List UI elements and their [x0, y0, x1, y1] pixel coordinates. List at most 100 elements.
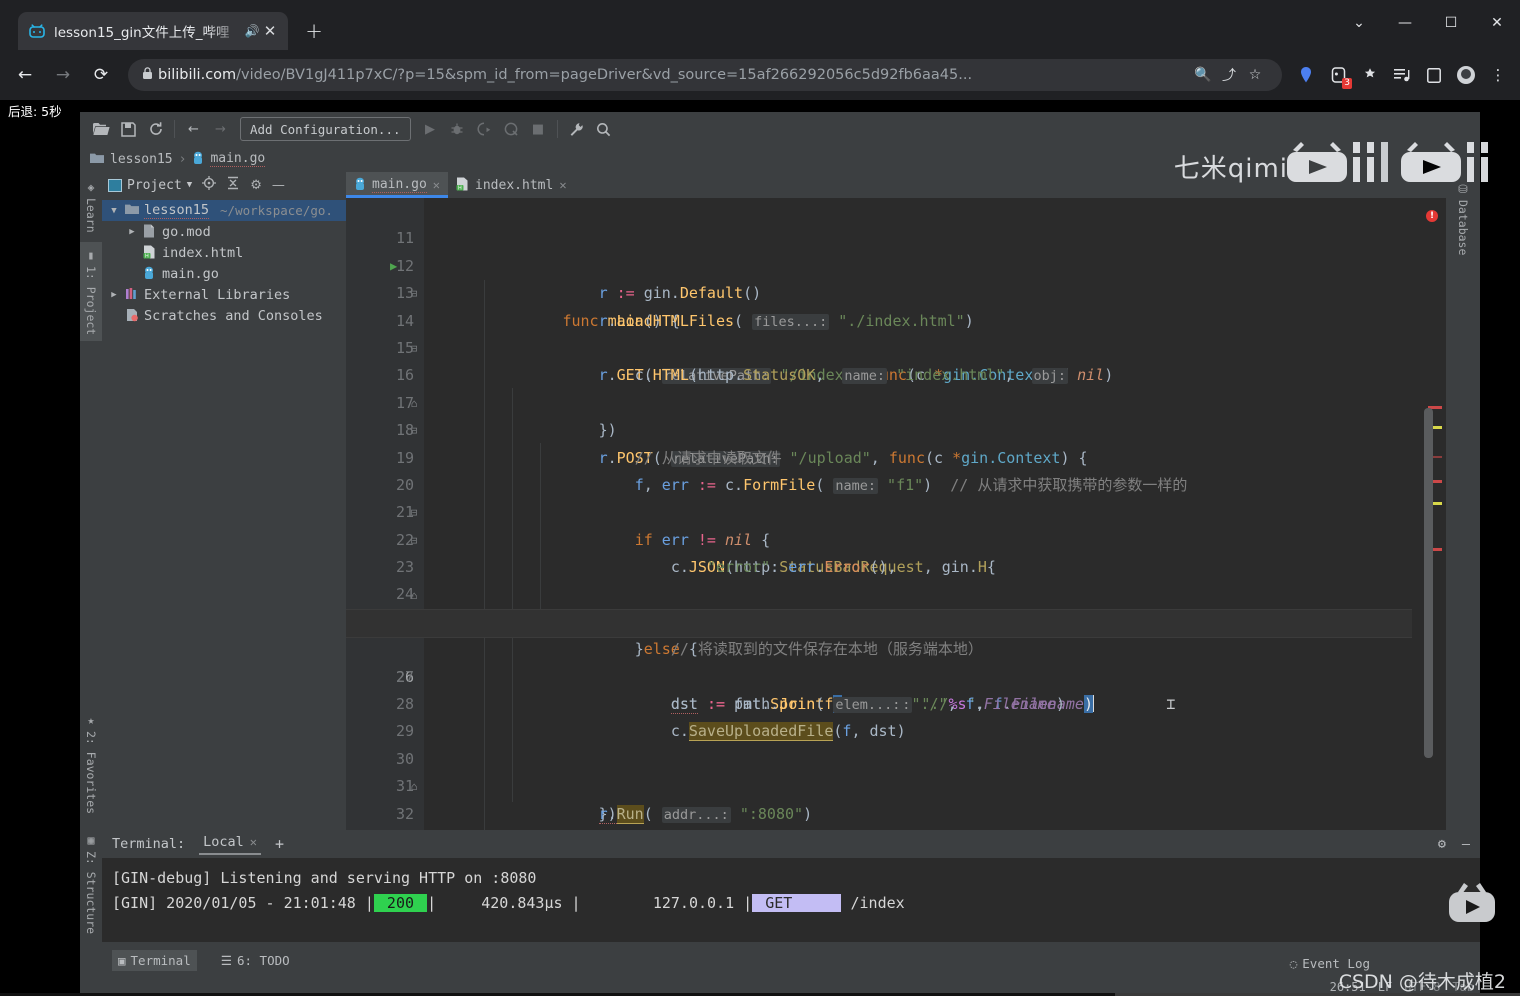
svg-text:H: H — [145, 253, 149, 259]
terminal-line: [GIN-debug] Listening and serving HTTP o… — [112, 869, 537, 887]
tree-item-index-html[interactable]: H index.html — [102, 242, 346, 263]
browser-tab[interactable]: lesson15_gin文件上传_哔哩 🔊 ✕ — [18, 12, 288, 50]
open-folder-icon[interactable] — [88, 116, 115, 142]
tab-main-go[interactable]: main.go ✕ — [346, 172, 449, 198]
line-number: 16 — [395, 366, 414, 385]
run-configuration-selector[interactable]: Add Configuration... — [240, 117, 411, 141]
pin-icon[interactable] — [1290, 59, 1322, 91]
back-arrow-icon[interactable]: ← — [180, 116, 207, 142]
footer-tab-todo[interactable]: ☰ 6: TODO — [215, 950, 296, 971]
structure-icon: ▦ — [84, 833, 98, 847]
libraries-icon — [125, 287, 139, 302]
maximize-icon[interactable]: ☐ — [1428, 0, 1474, 46]
tree-item-label: External Libraries — [144, 286, 291, 303]
back-button[interactable]: ← — [6, 56, 44, 94]
folder-icon — [125, 203, 139, 218]
save-icon[interactable] — [115, 116, 142, 142]
error-count-badge: ! — [1426, 210, 1438, 222]
error-stripe[interactable]: ! — [1412, 198, 1446, 940]
reading-list-icon[interactable] — [1386, 59, 1418, 91]
chevron-down-icon[interactable]: ▼ — [187, 180, 192, 190]
new-tab-button[interactable]: + — [300, 18, 328, 46]
forward-button[interactable]: → — [44, 56, 82, 94]
sidebar-item-project[interactable]: ▮ 1: Project — [80, 242, 102, 342]
terminal-tab-local[interactable]: Local ✕ — [199, 834, 261, 855]
chevron-down-icon[interactable]: ⌄ — [1336, 0, 1382, 46]
sidebar-item-favorites[interactable]: ★ 2: Favorites — [80, 707, 102, 820]
tree-item-scratches[interactable]: Scratches and Consoles — [102, 305, 346, 326]
close-icon[interactable]: ✕ — [250, 835, 257, 849]
search-icon[interactable]: 🔍 — [1190, 67, 1216, 83]
settings-gear-icon[interactable]: ⚙ — [250, 178, 262, 193]
tree-item-lesson15[interactable]: ▼ lesson15 ~/workspace/go. — [102, 200, 346, 221]
star-icon[interactable]: ☆ — [1242, 67, 1268, 83]
screen: lesson15_gin文件上传_哔哩 🔊 ✕ + ⌄ — ☐ ✕ ← → ⟳ … — [0, 0, 1520, 996]
sidebar-item-learn[interactable]: ◈ Learn — [80, 174, 102, 239]
tree-item-external-libraries[interactable]: ▶ External Libraries — [102, 284, 346, 305]
close-window-icon[interactable]: ✕ — [1474, 0, 1520, 46]
code-line: 21 ⊟ c.JSON(http.StatusBadRequest, gin.H… — [396, 472, 1446, 576]
close-icon[interactable]: ✕ — [559, 178, 566, 192]
add-terminal-button[interactable]: + — [275, 835, 284, 853]
close-icon[interactable]: ✕ — [433, 178, 440, 192]
close-icon[interactable]: ✕ — [260, 23, 280, 39]
bilibili-play-logo[interactable] — [1444, 880, 1500, 934]
wrench-icon[interactable] — [563, 116, 590, 142]
settings-gear-icon[interactable]: ⚙ — [1438, 836, 1446, 852]
terminal-output[interactable]: [GIN-debug] Listening and serving HTTP o… — [102, 858, 1480, 942]
extension-badge-icon[interactable]: 3 — [1322, 59, 1354, 91]
tab-index-html[interactable]: H index.html ✕ — [448, 172, 575, 198]
minimize-icon[interactable]: — — [1462, 836, 1470, 852]
footer-tab-label: Terminal — [130, 952, 191, 968]
code-line: 20 ⊟ if err != nil { — [396, 445, 1446, 549]
stop-icon[interactable]: ■ — [525, 116, 552, 142]
tree-item-main-go[interactable]: main.go — [102, 263, 346, 284]
editor-scrollbar-thumb[interactable] — [1424, 408, 1433, 758]
breadcrumb-file[interactable]: main.go — [210, 151, 266, 167]
toolbar-divider — [174, 120, 175, 138]
search-everywhere-icon[interactable] — [590, 116, 617, 142]
run-icon[interactable]: ▶ — [417, 116, 444, 142]
project-panel-title[interactable]: Project ▼ — [108, 178, 192, 193]
menu-icon[interactable]: ⋮ — [1482, 59, 1514, 91]
profile-avatar[interactable] — [1450, 59, 1482, 91]
puzzle-icon[interactable] — [1354, 59, 1386, 91]
terminal-text: | 420.843µs | 127.0.0.1 | — [427, 894, 753, 912]
bilibili-icon — [28, 22, 46, 40]
collapse-all-icon[interactable] — [226, 176, 240, 194]
side-panel-icon[interactable] — [1418, 59, 1450, 91]
footer-tab-terminal[interactable]: ▣ Terminal — [112, 949, 197, 971]
tree-item-go-mod[interactable]: ▶ go.mod — [102, 221, 346, 242]
locate-icon[interactable] — [202, 176, 217, 194]
line-number: 14 — [395, 311, 414, 330]
url-host: bilibili.com — [158, 67, 237, 83]
address-bar[interactable]: bilibili.com/video/BV1gJ411p7xC/?p=15&sp… — [128, 59, 1282, 91]
sidebar-item-label: Database — [1456, 200, 1470, 256]
code-area[interactable]: 11 ▶ ⊟ func main() { 12 r := gin.Default… — [346, 198, 1446, 940]
forward-arrow-icon[interactable]: → — [207, 116, 234, 142]
html-file-icon: H — [143, 245, 157, 260]
terminal-header: Terminal: Local ✕ + ⚙ — — [102, 830, 1480, 858]
chevron-right-icon[interactable]: ▶ — [108, 290, 120, 300]
debug-icon[interactable] — [444, 116, 471, 142]
window-controls: ⌄ — ☐ ✕ — [1336, 0, 1520, 46]
share-icon[interactable]: ⤴ — [1216, 65, 1242, 85]
profile-icon[interactable] — [498, 116, 525, 142]
toolbar-divider-2 — [556, 120, 558, 138]
reload-button[interactable]: ⟳ — [82, 56, 120, 94]
breadcrumb-project[interactable]: lesson15 — [110, 152, 173, 167]
hide-icon[interactable]: — — [272, 178, 285, 193]
code-lines[interactable]: 11 ▶ ⊟ func main() { 12 r := gin.Default… — [346, 198, 1446, 940]
minimize-icon[interactable]: — — [1382, 0, 1428, 46]
code-line: 11 ▶ ⊟ func main() { — [390, 198, 1446, 329]
chevron-down-icon[interactable]: ▼ — [108, 206, 120, 216]
chevron-right-icon[interactable]: ▶ — [126, 227, 138, 237]
sidebar-item-structure[interactable]: ▦ Z: Structure — [80, 827, 102, 940]
code-line: 30 ⌂ }) — [396, 718, 1446, 824]
go-file-icon — [354, 177, 366, 193]
tree-item-label: lesson15 — [144, 202, 210, 219]
run-with-coverage-icon[interactable] — [471, 116, 498, 142]
speaker-icon[interactable]: 🔊 — [244, 24, 260, 38]
html-file-icon: H — [456, 177, 469, 193]
sync-icon[interactable] — [142, 116, 169, 142]
